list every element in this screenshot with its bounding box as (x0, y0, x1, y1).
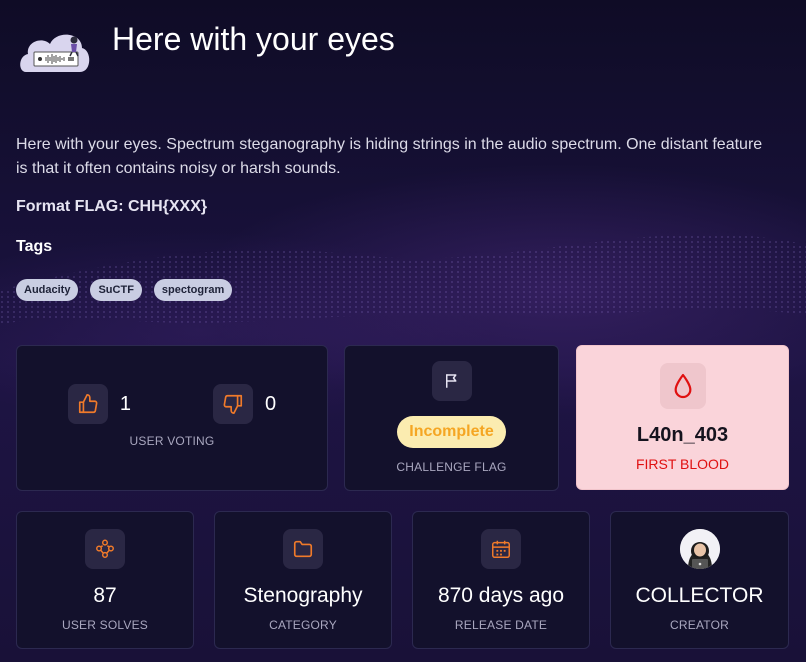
creator-value[interactable]: COLLECTOR (636, 584, 764, 608)
release-date-label: RELEASE DATE (454, 618, 548, 632)
flag-format: Format FLAG: CHH{XXX} (16, 198, 208, 215)
folder-icon (293, 540, 313, 558)
creator-label: CREATOR (670, 618, 729, 632)
challenge-description: Here with your eyes. Spectrum steganogra… (16, 136, 763, 177)
upvote-count: 1 (119, 392, 131, 415)
flag-icon-box (431, 361, 472, 401)
release-date-card: 870 days ago RELEASE DATE (412, 511, 590, 649)
challenge-title: Here with your eyes (112, 21, 395, 57)
hacker-avatar-icon (679, 529, 720, 569)
challenge-flag-label: CHALLENGE FLAG (396, 460, 507, 474)
users-icon-box (85, 529, 125, 569)
creator-avatar[interactable] (679, 529, 720, 569)
tag-suctf[interactable]: SuCTF (90, 279, 142, 301)
user-voting-label: USER VOTING (129, 434, 215, 448)
user-voting-card: 1 0 USER VOTING (16, 345, 328, 491)
blood-drop-icon (674, 373, 691, 399)
calendar-icon-box (481, 529, 521, 569)
challenge-header: Here with your eyes (16, 22, 395, 78)
folder-icon-box (283, 529, 323, 569)
thumbs-down-icon (223, 394, 243, 414)
blood-drop-icon-box (659, 363, 706, 409)
user-solves-card: 87 USER SOLVES (16, 511, 194, 649)
flag-status-badge: Incomplete (397, 416, 506, 448)
downvote-count: 0 (265, 392, 277, 415)
release-date-value: 870 days ago (437, 584, 565, 607)
first-blood-label: FIRST BLOOD (635, 456, 730, 472)
first-blood-card: L40n_403 FIRST BLOOD (576, 345, 789, 490)
user-solves-label: USER SOLVES (61, 618, 148, 632)
tag-spectogram[interactable]: spectogram (153, 279, 233, 301)
calendar-icon (492, 540, 510, 558)
tags-heading: Tags (16, 238, 53, 255)
flag-icon (445, 374, 456, 388)
first-blood-user[interactable]: L40n_403 (637, 424, 728, 447)
thumbs-up-icon (78, 394, 98, 414)
category-card: Stenography CATEGORY (214, 511, 392, 649)
challenge-flag-card: Incomplete CHALLENGE FLAG (344, 345, 559, 491)
users-icon (96, 539, 114, 558)
audio-file-logo (20, 34, 90, 72)
creator-card: COLLECTOR CREATOR (610, 511, 789, 649)
user-solves-value: 87 (93, 584, 117, 607)
category-label: CATEGORY (269, 618, 337, 632)
tag-audacity[interactable]: Audacity (16, 279, 79, 301)
category-value: Stenography (243, 584, 363, 607)
tags-list: Audacity SuCTF spectogram (16, 279, 233, 301)
downvote-button[interactable] (213, 384, 253, 424)
upvote-button[interactable] (67, 384, 108, 424)
